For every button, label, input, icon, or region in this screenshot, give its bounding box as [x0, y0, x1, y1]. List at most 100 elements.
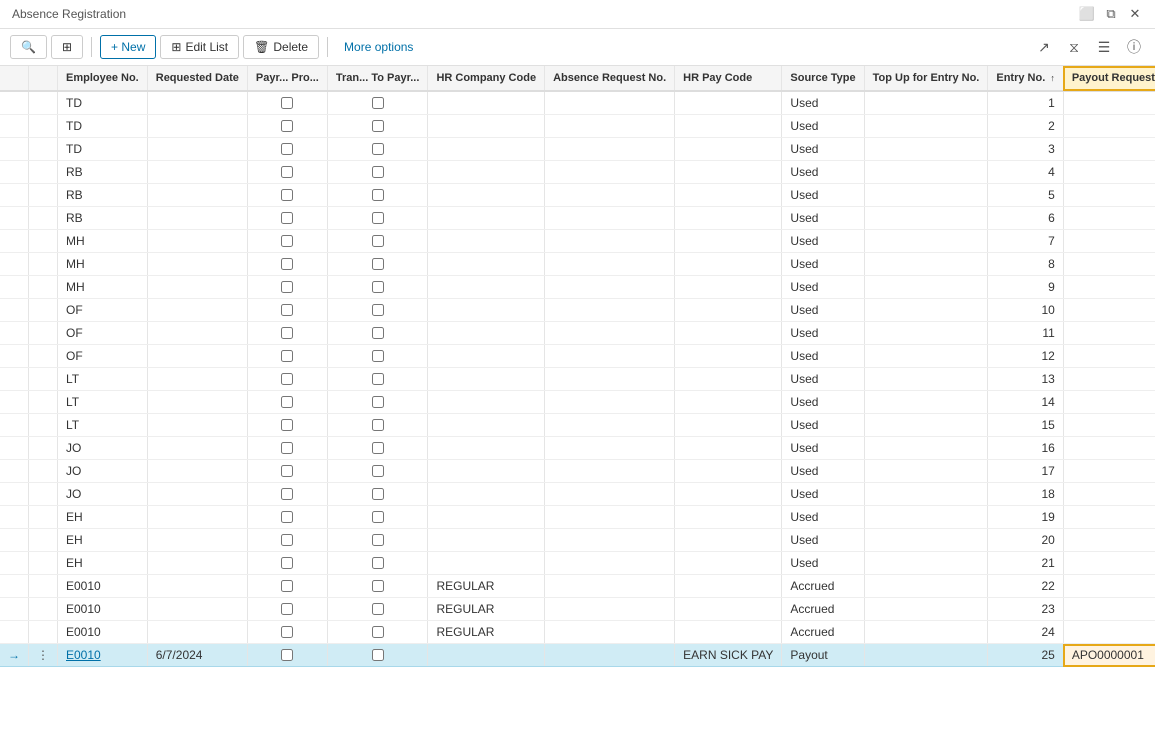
tran-to-payr-checkbox[interactable] — [372, 143, 384, 155]
col-header-hr-company[interactable]: HR Company Code — [428, 66, 545, 91]
tran-to-payr-cell[interactable] — [327, 368, 428, 391]
table-row[interactable]: EHUsed20Absence Re... — [0, 529, 1155, 552]
payr-pro-cell[interactable] — [247, 575, 327, 598]
payr-pro-cell[interactable] — [247, 552, 327, 575]
payr-pro-cell[interactable] — [247, 483, 327, 506]
tran-to-payr-cell[interactable] — [327, 115, 428, 138]
payr-pro-cell[interactable] — [247, 138, 327, 161]
tran-to-payr-cell[interactable] — [327, 414, 428, 437]
tran-to-payr-cell[interactable] — [327, 391, 428, 414]
tran-to-payr-checkbox[interactable] — [372, 534, 384, 546]
payr-pro-cell[interactable] — [247, 161, 327, 184]
payr-pro-checkbox[interactable] — [281, 235, 293, 247]
payr-pro-checkbox[interactable] — [281, 304, 293, 316]
tran-to-payr-cell[interactable] — [327, 460, 428, 483]
tran-to-payr-cell[interactable] — [327, 644, 428, 667]
table-row[interactable]: TDUsed1Absence Re... — [0, 91, 1155, 115]
table-row[interactable]: MHUsed8Absence Re... — [0, 253, 1155, 276]
col-header-tran-to-payr[interactable]: Tran... To Payr... — [327, 66, 428, 91]
tran-to-payr-checkbox[interactable] — [372, 396, 384, 408]
detach-icon[interactable]: ⧉ — [1103, 6, 1119, 22]
table-row[interactable]: TDUsed3Absence Re... — [0, 138, 1155, 161]
col-header-req-date[interactable]: Requested Date — [147, 66, 247, 91]
tran-to-payr-checkbox[interactable] — [372, 649, 384, 661]
expand-icon[interactable]: ⬜ — [1079, 6, 1095, 22]
table-row[interactable]: EHUsed19Absence Re... — [0, 506, 1155, 529]
tran-to-payr-cell[interactable] — [327, 91, 428, 115]
tran-to-payr-cell[interactable] — [327, 276, 428, 299]
col-header-top-up[interactable]: Top Up for Entry No. — [864, 66, 988, 91]
tran-to-payr-checkbox[interactable] — [372, 442, 384, 454]
payr-pro-cell[interactable] — [247, 644, 327, 667]
table-row[interactable]: E0010REGULARAccrued239:00:00 AM5:00:00 P… — [0, 598, 1155, 621]
new-button[interactable]: + New — [100, 35, 156, 59]
payr-pro-checkbox[interactable] — [281, 166, 293, 178]
table-row[interactable]: EHUsed21Absence Re... — [0, 552, 1155, 575]
payr-pro-checkbox[interactable] — [281, 649, 293, 661]
tran-to-payr-cell[interactable] — [327, 483, 428, 506]
payr-pro-cell[interactable] — [247, 345, 327, 368]
payr-pro-checkbox[interactable] — [281, 189, 293, 201]
tran-to-payr-checkbox[interactable] — [372, 350, 384, 362]
payr-pro-cell[interactable] — [247, 437, 327, 460]
info-icon[interactable]: ⓘ — [1123, 36, 1145, 58]
payr-pro-checkbox[interactable] — [281, 281, 293, 293]
tran-to-payr-cell[interactable] — [327, 437, 428, 460]
collapse-icon[interactable]: ✕ — [1127, 6, 1143, 22]
payr-pro-cell[interactable] — [247, 414, 327, 437]
table-row[interactable]: LTUsed15Absence Re... — [0, 414, 1155, 437]
tran-to-payr-checkbox[interactable] — [372, 603, 384, 615]
tran-to-payr-cell[interactable] — [327, 161, 428, 184]
col-header-entry-no[interactable]: Entry No. ↑ — [988, 66, 1063, 91]
table-row[interactable]: RBUsed6Absence Re... — [0, 207, 1155, 230]
payr-pro-cell[interactable] — [247, 230, 327, 253]
tran-to-payr-checkbox[interactable] — [372, 235, 384, 247]
payr-pro-checkbox[interactable] — [281, 212, 293, 224]
tran-to-payr-checkbox[interactable] — [372, 258, 384, 270]
table-row[interactable]: OFUsed10Absence Re... — [0, 299, 1155, 322]
payr-pro-cell[interactable] — [247, 184, 327, 207]
table-row[interactable]: JOUsed16Absence Re... — [0, 437, 1155, 460]
payr-pro-checkbox[interactable] — [281, 350, 293, 362]
tran-to-payr-checkbox[interactable] — [372, 120, 384, 132]
payr-pro-checkbox[interactable] — [281, 534, 293, 546]
tran-to-payr-cell[interactable] — [327, 529, 428, 552]
edit-list-button[interactable]: ⊞ Edit List — [160, 35, 239, 59]
table-row[interactable]: LTUsed13Absence Re... — [0, 368, 1155, 391]
tran-to-payr-checkbox[interactable] — [372, 580, 384, 592]
payr-pro-cell[interactable] — [247, 207, 327, 230]
col-header-hr-pay-code[interactable]: HR Pay Code — [675, 66, 782, 91]
payr-pro-cell[interactable] — [247, 253, 327, 276]
col-header-payout[interactable]: Payout Request No. — [1063, 66, 1155, 91]
payr-pro-checkbox[interactable] — [281, 557, 293, 569]
table-row[interactable]: MHUsed7Absence Re... — [0, 230, 1155, 253]
tran-to-payr-cell[interactable] — [327, 621, 428, 644]
share-icon[interactable]: ↗ — [1033, 36, 1055, 58]
delete-button[interactable]: 🗑 Delete — [243, 35, 319, 59]
tran-to-payr-cell[interactable] — [327, 598, 428, 621]
emp-no-cell[interactable]: E0010 — [58, 644, 148, 667]
payr-pro-checkbox[interactable] — [281, 580, 293, 592]
table-row[interactable]: →⋮E00106/7/2024EARN SICK PAYPayout25APO0… — [0, 644, 1155, 667]
table-row[interactable]: JOUsed18Absence Re... — [0, 483, 1155, 506]
emp-no-link[interactable]: E0010 — [66, 648, 101, 662]
col-header-payr-pro[interactable]: Payr... Pro... — [247, 66, 327, 91]
table-row[interactable]: RBUsed4Absence Re... — [0, 161, 1155, 184]
tran-to-payr-checkbox[interactable] — [372, 511, 384, 523]
payr-pro-cell[interactable] — [247, 460, 327, 483]
payr-pro-cell[interactable] — [247, 91, 327, 115]
table-row[interactable]: TDUsed2Absence Re... — [0, 115, 1155, 138]
tran-to-payr-cell[interactable] — [327, 345, 428, 368]
payr-pro-checkbox[interactable] — [281, 258, 293, 270]
table-row[interactable]: JOUsed17Absence Re... — [0, 460, 1155, 483]
tran-to-payr-cell[interactable] — [327, 575, 428, 598]
payr-pro-cell[interactable] — [247, 506, 327, 529]
payr-pro-cell[interactable] — [247, 621, 327, 644]
tran-to-payr-checkbox[interactable] — [372, 373, 384, 385]
tran-to-payr-cell[interactable] — [327, 322, 428, 345]
tran-to-payr-checkbox[interactable] — [372, 304, 384, 316]
payr-pro-checkbox[interactable] — [281, 97, 293, 109]
payr-pro-checkbox[interactable] — [281, 442, 293, 454]
payr-pro-checkbox[interactable] — [281, 626, 293, 638]
payr-pro-checkbox[interactable] — [281, 373, 293, 385]
